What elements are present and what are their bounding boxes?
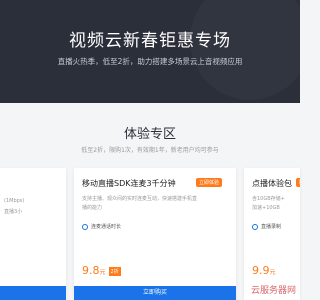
card-feature: 直播录制	[252, 223, 281, 230]
card-badge: 立即体验	[196, 178, 223, 187]
card-title: 点播体验包	[252, 179, 292, 188]
section-title: 体验专区	[123, 127, 176, 142]
card-price: 9.8元 2折	[82, 264, 121, 277]
card-left-spec: (1Mbps)	[4, 198, 25, 204]
check-circle-icon	[82, 223, 88, 230]
card-feature: 连麦通话时长	[82, 223, 121, 230]
card-desc-line: 支持主播、观众间的实时连麦互动，快速搭建手机直	[82, 196, 198, 202]
card-left-buy-button[interactable]	[0, 286, 66, 300]
buy-button[interactable]: 立即购买	[74, 286, 236, 300]
price-value: 9.8	[82, 264, 100, 277]
section-subtitle: 低至2折，限购1次，有效期1年，新老用户均可参与	[81, 147, 219, 154]
product-card-left: (1Mbps) 直播3小	[0, 168, 66, 300]
product-card-sdk: 移动直播SDK连麦3千分钟 立即体验 支持主播、观众间的实时连麦互动，快速搭建手…	[74, 168, 236, 300]
card-description: 支持主播、观众间的实时连麦互动，快速搭建手机直 播的能力	[82, 195, 197, 213]
card-desc-line: 含10GB存储+	[252, 196, 285, 202]
card-desc-line: 加速+10GB	[252, 205, 280, 211]
hero-subtitle: 直播火热季，低至2折，助力搭建多场景云上音视频应用	[57, 57, 243, 66]
card-description: 含10GB存储+ 加速+10GB	[252, 195, 285, 213]
card-feature-label: 连麦通话时长	[91, 224, 122, 230]
product-card-vod: 点播体验包 限 含10GB存储+ 加速+10GB 直播录制 9.9元	[244, 168, 300, 300]
price-unit: 元	[269, 269, 276, 276]
card-title: 移动直播SDK连麦3千分钟	[82, 179, 176, 188]
hero-banner: 视频云新春钜惠专场 直播火热季，低至2折，助力搭建多场景云上音视频应用	[0, 0, 300, 103]
check-circle-icon	[252, 223, 258, 230]
hero-title: 视频云新春钜惠专场	[69, 31, 231, 51]
price-value: 9.9	[252, 264, 270, 277]
discount-tag: 2折	[108, 266, 121, 276]
card-badge: 限	[296, 178, 300, 187]
card-price: 9.9元	[252, 264, 276, 277]
price-unit: 元	[99, 269, 106, 276]
card-left-spec2: 直播3小	[4, 209, 23, 215]
card-desc-line: 播的能力	[82, 205, 103, 211]
watermark-text: 云服务器网	[250, 286, 296, 296]
card-feature-label: 直播录制	[261, 224, 282, 230]
